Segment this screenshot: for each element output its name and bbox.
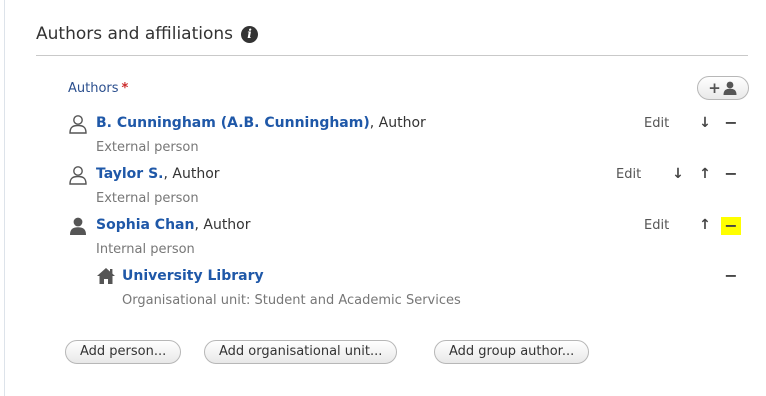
org-unit-link[interactable]: University Library [122, 268, 264, 284]
plus-icon: + [708, 78, 721, 97]
left-panel-border [4, 0, 5, 396]
author-role: , Author [369, 115, 426, 131]
remove-icon[interactable]: − [723, 266, 739, 285]
home-icon [97, 268, 115, 284]
authors-label: Authors * [68, 81, 128, 96]
author-name-link[interactable]: Sophia Chan [96, 217, 194, 233]
add-group-author-button[interactable]: Add group author... [434, 340, 590, 364]
section-title: Authors and affiliations [36, 24, 234, 44]
author-type: External person [96, 191, 199, 206]
person-filled-icon [70, 217, 86, 235]
author-row-2: Taylor S., Author [96, 166, 220, 182]
author-role: , Author [194, 217, 251, 233]
add-author-button[interactable]: + [697, 76, 749, 100]
author-row-3: Sophia Chan, Author [96, 217, 251, 233]
section-divider [36, 55, 748, 56]
edit-link[interactable]: Edit [644, 116, 669, 131]
add-person-button[interactable]: Add person... [65, 340, 182, 364]
person-outline-icon [69, 115, 87, 134]
move-up-icon[interactable]: ↑ [697, 166, 713, 182]
remove-icon[interactable]: − [723, 113, 739, 132]
author-row-1: B. Cunningham (A.B. Cunningham), Author [96, 115, 426, 131]
move-down-icon[interactable]: ↓ [697, 115, 713, 131]
required-marker: * [121, 81, 129, 96]
move-down-icon[interactable]: ↓ [670, 166, 686, 182]
add-org-unit-button[interactable]: Add organisational unit... [204, 340, 398, 364]
author-name-link[interactable]: Taylor S. [96, 166, 163, 182]
org-unit-row: University Library [122, 268, 264, 284]
section-heading: Authors and affiliations i [36, 24, 259, 44]
remove-icon[interactable]: − [721, 217, 741, 235]
author-type: External person [96, 140, 199, 155]
author-name-link[interactable]: B. Cunningham (A.B. Cunningham) [96, 115, 370, 131]
authors-label-text: Authors [68, 81, 119, 96]
author-role: , Author [163, 166, 220, 182]
add-person-icon [723, 81, 737, 95]
info-icon[interactable]: i [241, 25, 259, 43]
move-up-icon[interactable]: ↑ [697, 217, 713, 233]
remove-icon[interactable]: − [723, 164, 739, 183]
person-outline-icon [69, 166, 87, 185]
author-type: Internal person [96, 242, 195, 257]
edit-link[interactable]: Edit [644, 218, 669, 233]
edit-link[interactable]: Edit [616, 167, 641, 182]
org-unit-detail: Organisational unit: Student and Academi… [122, 293, 461, 308]
